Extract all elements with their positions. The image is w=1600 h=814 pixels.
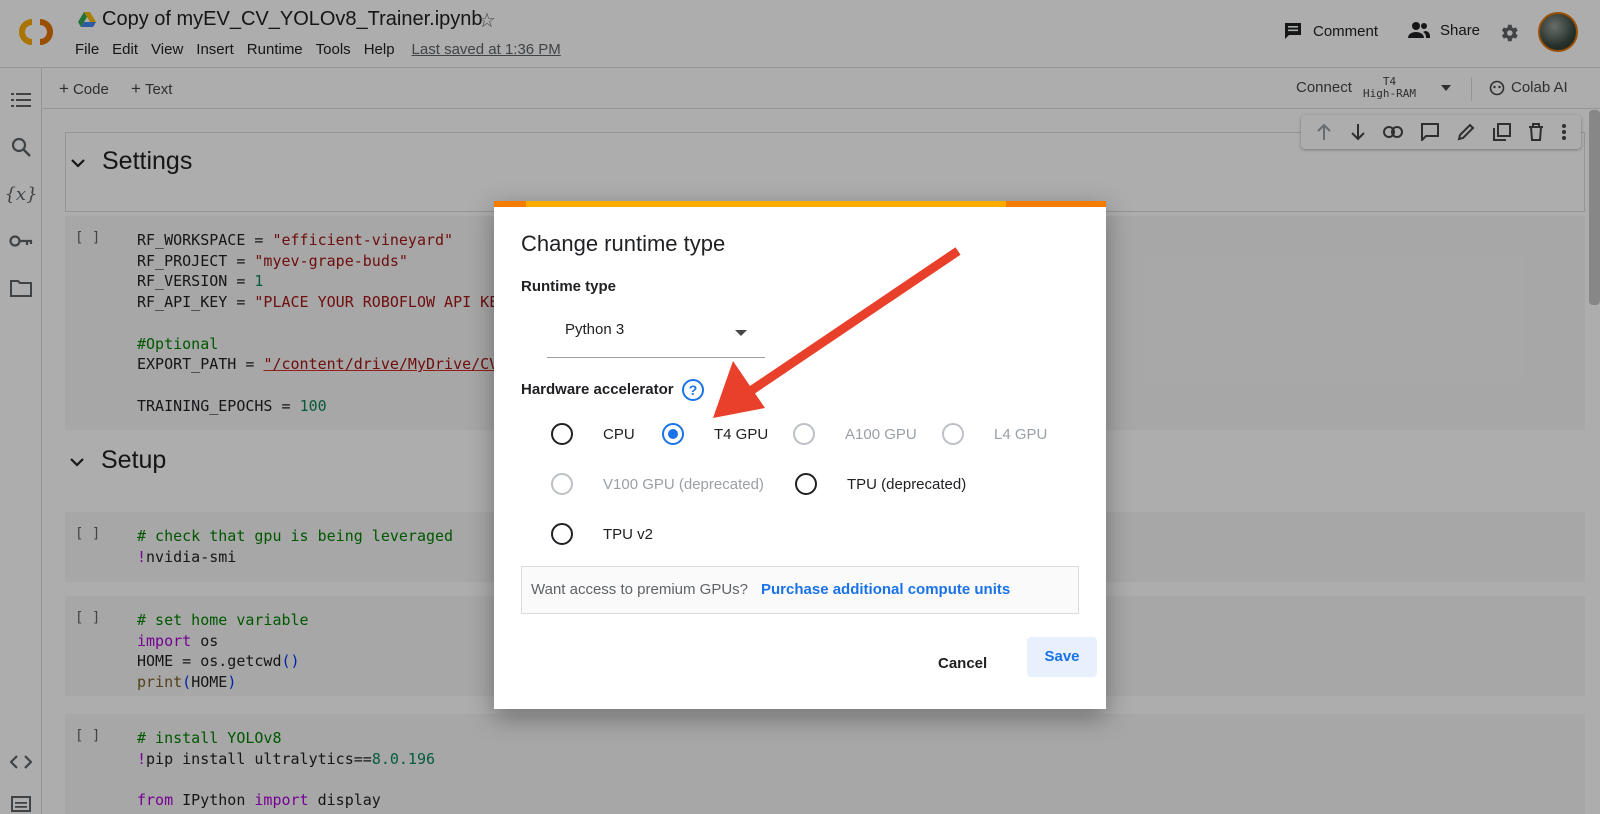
runtime-type-select[interactable]: Python 3 [547, 306, 765, 358]
radio-cpu[interactable]: CPU [551, 423, 635, 445]
radio-l4-gpu: L4 GPU [942, 423, 1047, 445]
radio-v100-gpu: V100 GPU (deprecated) [551, 473, 764, 495]
radio-circle [551, 423, 573, 445]
radio-a100-gpu: A100 GPU [793, 423, 917, 445]
hardware-accelerator-label: Hardware accelerator [521, 381, 674, 398]
cancel-button[interactable]: Cancel [938, 655, 987, 672]
runtime-type-value: Python 3 [565, 321, 625, 338]
progress-bar-segment [494, 201, 526, 207]
dialog-title: Change runtime type [521, 231, 726, 256]
radio-circle-selected [662, 423, 684, 445]
premium-question: Want access to premium GPUs? [531, 581, 749, 598]
radio-tpu-deprecated[interactable]: TPU (deprecated) [795, 473, 966, 495]
radio-circle [793, 423, 815, 445]
radio-label: TPU (deprecated) [847, 475, 967, 493]
progress-bar-segment [1006, 201, 1106, 207]
radio-circle [551, 473, 573, 495]
radio-circle [551, 523, 573, 545]
purchase-compute-units-link[interactable]: Purchase additional compute units [761, 581, 1010, 598]
radio-label: V100 GPU (deprecated) [603, 475, 764, 493]
save-button[interactable]: Save [1027, 637, 1097, 677]
radio-circle [942, 423, 964, 445]
progress-bar [494, 201, 1106, 207]
radio-label: TPU v2 [603, 525, 654, 543]
runtime-type-label: Runtime type [521, 278, 617, 295]
radio-label: T4 GPU [714, 425, 769, 443]
radio-tpu-v2[interactable]: TPU v2 [551, 523, 653, 545]
radio-circle [795, 473, 817, 495]
premium-gpu-banner: Want access to premium GPUs? Purchase ad… [521, 566, 1079, 614]
change-runtime-dialog: Change runtime type Runtime type Python … [494, 201, 1106, 709]
dropdown-arrow-icon [735, 330, 747, 336]
radio-label: A100 GPU [845, 425, 917, 443]
radio-label: CPU [603, 425, 635, 443]
radio-label: L4 GPU [994, 425, 1048, 443]
radio-t4-gpu[interactable]: T4 GPU [662, 423, 768, 445]
help-icon[interactable]: ? [682, 379, 704, 401]
